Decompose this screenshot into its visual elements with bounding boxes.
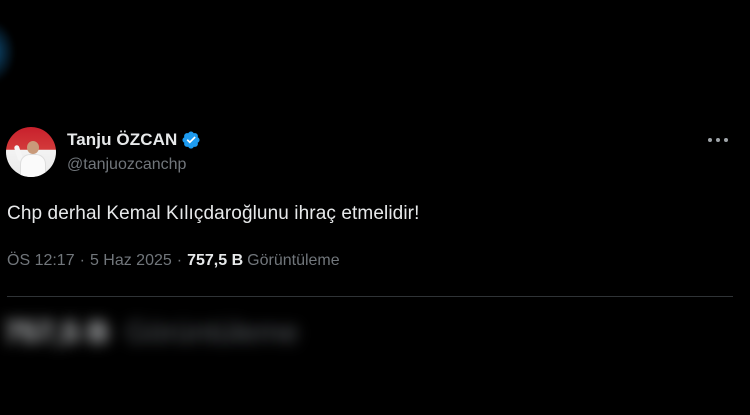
views-label: Görüntüleme — [247, 252, 340, 269]
author-name-row: Tanju ÖZCAN — [67, 129, 201, 151]
divider — [7, 296, 733, 297]
more-dot-icon — [716, 138, 720, 142]
avatar-figure-head — [27, 141, 39, 154]
meta-separator: · — [79, 252, 85, 269]
blurred-views-count: 757,5 B — [4, 316, 110, 349]
views-count: 757,5 B — [187, 252, 244, 269]
meta-separator: · — [176, 252, 183, 269]
avatar-figure-body — [20, 154, 46, 177]
author-handle[interactable]: @tanjuozcanchp — [67, 156, 186, 174]
tweet-text: Chp derhal Kemal Kılıçdaroğlunu ihraç et… — [7, 203, 420, 224]
tweet-card: Tanju ÖZCAN @tanjuozcanchp Chp derhal Ke… — [0, 0, 750, 415]
more-dot-icon — [724, 138, 728, 142]
tweet-date[interactable]: 5 Haz 2025 — [90, 252, 172, 270]
blurred-stats-row: 757,5 B Görüntüleme — [4, 316, 299, 350]
tweet-time[interactable]: ÖS 12:17 — [7, 252, 75, 270]
more-dot-icon — [708, 138, 712, 142]
more-options-icon[interactable] — [706, 132, 730, 148]
verified-badge-icon[interactable] — [181, 130, 201, 150]
tweet-meta: ÖS 12:17 · 5 Haz 2025 · 757,5 B Görüntül… — [7, 252, 340, 270]
author-display-name[interactable]: Tanju ÖZCAN — [67, 130, 177, 150]
blurred-views-label: Görüntüleme — [125, 316, 299, 349]
avatar[interactable] — [6, 127, 56, 177]
